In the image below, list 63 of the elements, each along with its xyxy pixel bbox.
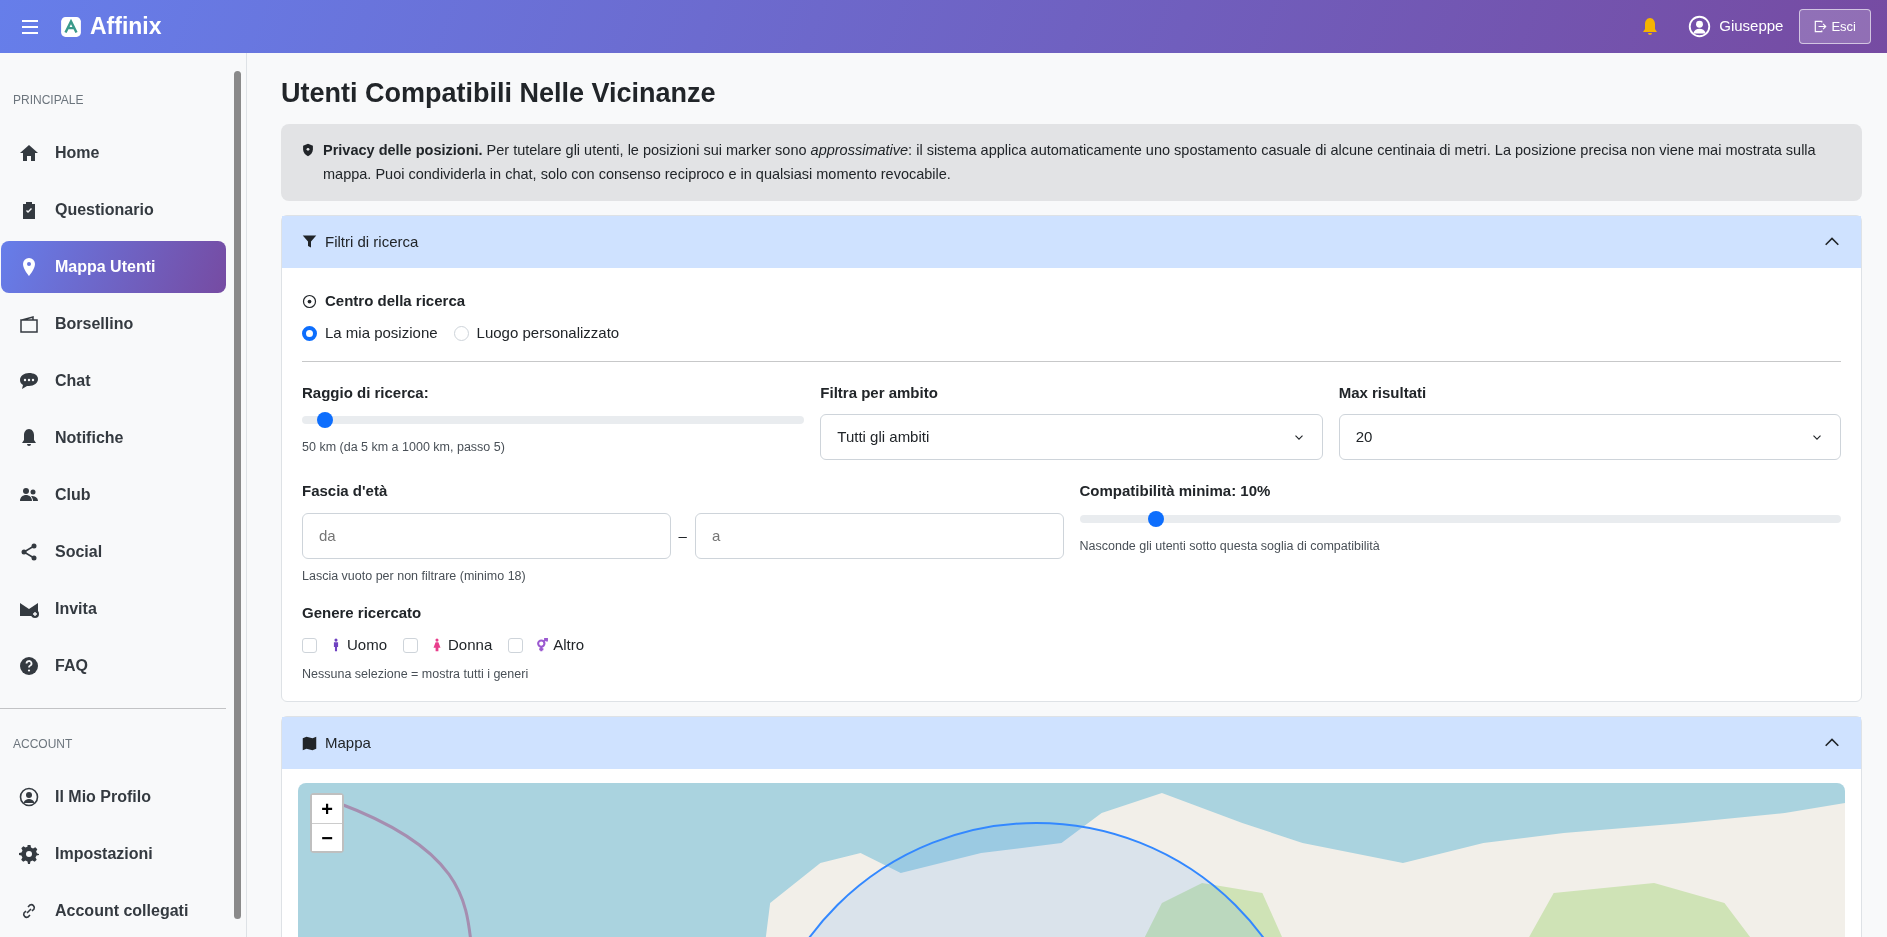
card-header[interactable]: Mappa bbox=[282, 717, 1861, 770]
notice-text: Privacy delle posizioni. Per tutelare gli utenti, le posizioni sui marker sono approssimative: il sistema applica automaticamente uno spostamento casuale di alcune centinaia di metri. La posizione precisa non viene mai mostrata sulla mappa. Puoi condividerla in chat, solo con consenso reciproco e in qualsiasi momento revocabile. bbox=[323, 140, 1817, 185]
radio-option[interactable]: La mia posizione bbox=[302, 322, 438, 345]
hint-text: 50 km (da 5 km a 1000 km, passo 5) bbox=[302, 439, 506, 457]
bell-icon bbox=[19, 428, 39, 449]
card-title: Filtri di ricerca bbox=[325, 231, 420, 252]
sidebar-item[interactable]: Questionario bbox=[1, 184, 226, 237]
field-label: Max risultati bbox=[1338, 382, 1428, 403]
field-label: Genere ricercato bbox=[302, 602, 423, 623]
wallet-icon bbox=[19, 314, 39, 335]
user-name[interactable]: Giuseppe bbox=[1719, 15, 1784, 38]
map-icon bbox=[302, 735, 317, 751]
sidebar-item[interactable]: FAQ bbox=[1, 640, 226, 693]
filter-icon bbox=[302, 234, 317, 250]
share-icon bbox=[19, 542, 39, 563]
user-circle-icon bbox=[19, 787, 39, 808]
sidebar-item[interactable]: Account collegati bbox=[1, 885, 226, 937]
checkbox-option[interactable]: Uomo bbox=[302, 634, 387, 657]
sidebar-item[interactable]: Notifiche bbox=[1, 412, 226, 465]
input-field[interactable]: da bbox=[302, 512, 671, 559]
field-label: Raggio di ricerca: bbox=[302, 382, 430, 403]
card-header[interactable]: Filtri di ricerca bbox=[282, 215, 1861, 268]
field-label: Fascia d'età bbox=[302, 481, 389, 502]
range-separator: – bbox=[678, 525, 687, 546]
user-circle-icon bbox=[1688, 15, 1712, 39]
home-icon bbox=[19, 143, 39, 164]
hint-text: Nasconde gli utenti sotto questa soglia di compatibilità bbox=[1079, 537, 1381, 555]
field-label: Filtra per ambito bbox=[820, 382, 939, 403]
sidebar-item[interactable]: Chat bbox=[1, 355, 226, 408]
sidebar-item[interactable]: Invita bbox=[1, 583, 226, 636]
section-heading: ACCOUNT bbox=[12, 736, 74, 754]
logo-icon bbox=[60, 15, 82, 38]
slider-thumb[interactable] bbox=[1147, 510, 1164, 527]
card-title: Mappa bbox=[325, 733, 372, 754]
sidebar-item[interactable]: Borsellino bbox=[1, 298, 226, 351]
checkbox-option[interactable]: Donna bbox=[403, 634, 493, 657]
checkbox-option[interactable]: Altro bbox=[508, 634, 585, 657]
exit-icon bbox=[1814, 20, 1828, 34]
sidebar-item[interactable]: Impostazioni bbox=[1, 828, 226, 881]
chat-bubble-icon bbox=[19, 371, 39, 392]
zoom-out-button[interactable]: − bbox=[312, 823, 342, 852]
input-field[interactable]: a bbox=[694, 512, 1064, 559]
sidebar-item[interactable]: Il Mio Profilo bbox=[1, 771, 226, 824]
radio-option[interactable]: Luogo personalizzato bbox=[453, 322, 620, 345]
sidebar-item[interactable]: Social bbox=[1, 526, 226, 579]
sidebar-item[interactable]: Mappa Utenti bbox=[1, 241, 226, 294]
sidebar-item[interactable]: Club bbox=[1, 469, 226, 522]
slider-thumb[interactable] bbox=[316, 412, 333, 429]
logout-button[interactable]: Esci bbox=[1799, 8, 1871, 45]
page-title: Utenti Compatibili Nelle Vicinanze bbox=[281, 77, 717, 110]
gear-icon bbox=[19, 844, 39, 865]
section-heading: PRINCIPALE bbox=[12, 92, 85, 110]
hint-text: Lascia vuoto per non filtrare (minimo 18) bbox=[302, 567, 527, 585]
select-field[interactable]: Tutti gli ambiti bbox=[820, 414, 1323, 461]
hint-text: Nessuna selezione = mostra tutti i generi bbox=[302, 665, 530, 683]
select-field[interactable]: 20 bbox=[1338, 414, 1841, 461]
field-label: Compatibilità minima: 10% bbox=[1079, 481, 1272, 502]
shield-icon bbox=[301, 142, 315, 157]
target-icon bbox=[302, 293, 317, 309]
sidebar-item[interactable]: Home bbox=[1, 127, 226, 180]
question-icon bbox=[19, 656, 39, 677]
brand-name[interactable]: Affinix bbox=[90, 9, 162, 44]
field-label: Centro della ricerca bbox=[325, 290, 466, 311]
